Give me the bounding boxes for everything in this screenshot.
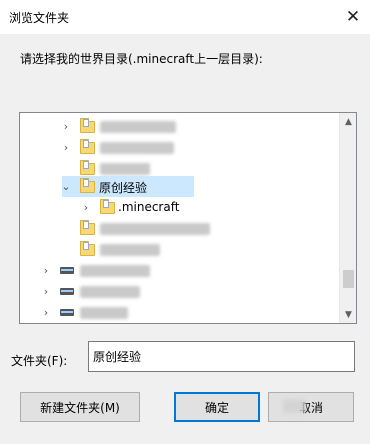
folder-icon (80, 177, 95, 193)
obscured-label (100, 222, 210, 235)
drive-icon (60, 309, 74, 316)
tree-item[interactable]: › (20, 116, 340, 137)
folder-icon (80, 159, 95, 175)
scroll-down-icon[interactable]: ▼ (340, 306, 356, 323)
ok-button[interactable]: 确定 (174, 392, 260, 422)
folder-icon (80, 138, 95, 154)
tree-item[interactable]: › (20, 281, 340, 302)
chevron-right-icon[interactable]: › (80, 201, 92, 214)
chevron-right-icon[interactable]: › (60, 120, 72, 133)
title-bar: 浏览文件夹 ✕ (0, 0, 370, 34)
obscured-overlay (283, 399, 305, 413)
tree-item-label: .minecraft (118, 200, 180, 214)
chevron-right-icon[interactable]: › (40, 285, 52, 298)
folder-name-input[interactable] (88, 341, 355, 372)
tree-item[interactable]: › (20, 137, 340, 158)
dialog-title: 浏览文件夹 (9, 11, 70, 25)
obscured-label (100, 243, 160, 256)
obscured-label (80, 285, 140, 298)
cancel-button[interactable]: 取消 (268, 392, 354, 422)
folder-icon (100, 198, 115, 214)
vertical-scrollbar[interactable]: ▲ ▼ (339, 113, 356, 323)
chevron-right-icon[interactable]: › (40, 264, 52, 277)
obscured-label (80, 264, 150, 277)
chevron-down-icon[interactable]: ⌄ (60, 180, 72, 193)
tree-item[interactable] (20, 239, 340, 260)
prompt-text: 请选择我的世界目录(.minecraft上一层目录): (20, 52, 263, 66)
drive-icon (60, 267, 74, 274)
close-icon[interactable]: ✕ (336, 0, 370, 34)
chevron-right-icon[interactable]: › (60, 141, 72, 154)
folder-tree[interactable]: › › ⌄ 原创经验 › .minecraft › › › ▲ ▼ (19, 112, 357, 324)
obscured-label (100, 162, 150, 175)
folder-icon (80, 219, 95, 235)
tree-item[interactable] (20, 218, 340, 239)
folder-icon (80, 240, 95, 256)
scroll-up-icon[interactable]: ▲ (340, 113, 356, 130)
obscured-label (100, 141, 174, 154)
obscured-label (80, 306, 128, 319)
obscured-label (100, 120, 176, 133)
folder-icon (80, 117, 95, 133)
tree-item[interactable]: › .minecraft (20, 197, 340, 218)
tree-item[interactable]: › (20, 260, 340, 281)
tree-item[interactable]: › (20, 302, 340, 323)
new-folder-button[interactable]: 新建文件夹(M) (20, 392, 140, 422)
folder-field-label: 文件夹(F): (11, 354, 68, 368)
scroll-thumb[interactable] (343, 270, 354, 288)
tree-item[interactable]: ⌄ 原创经验 (20, 176, 340, 197)
chevron-right-icon[interactable]: › (40, 306, 52, 319)
drive-icon (60, 288, 74, 295)
tree-item-label: 原创经验 (99, 181, 148, 195)
